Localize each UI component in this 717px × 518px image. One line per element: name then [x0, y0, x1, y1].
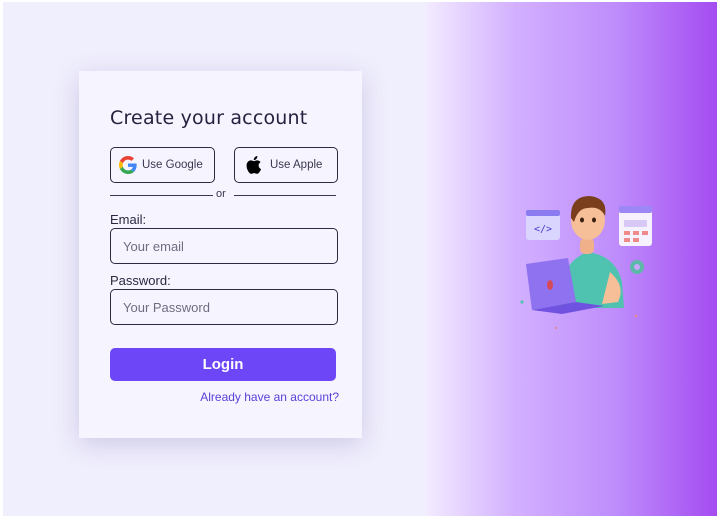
use-apple-label: Use Apple [270, 159, 323, 171]
decor-dot [634, 314, 638, 318]
already-have-account-link[interactable]: Already have an account? [200, 390, 339, 404]
person-neck [580, 238, 594, 254]
use-google-label: Use Google [142, 159, 203, 171]
apple-logo-icon [246, 156, 262, 174]
calendar-row [624, 220, 647, 227]
email-input[interactable] [110, 228, 338, 264]
person-eye [580, 217, 584, 223]
developer-illustration: </> [520, 196, 652, 330]
gear-hole [634, 264, 640, 270]
password-input[interactable] [110, 289, 338, 325]
divider-line-right [234, 195, 336, 196]
calendar-cell [633, 238, 639, 242]
email-label: Email: [110, 212, 147, 227]
code-window-header [526, 210, 560, 216]
calendar-cell [624, 238, 630, 242]
calendar-cell [633, 231, 639, 235]
or-divider: or [110, 188, 336, 201]
calendar-cell [642, 231, 648, 235]
divider-line-left [110, 195, 213, 196]
code-badge-icon: </> [534, 224, 552, 235]
calendar-cell [624, 231, 630, 235]
left-panel: Create your account Use Google Use Apple… [3, 2, 426, 516]
person-eye [592, 217, 596, 223]
form-title: Create your account [110, 107, 308, 129]
laptop-logo-icon [547, 280, 553, 290]
decor-dot [520, 300, 524, 304]
right-panel: </> [426, 2, 717, 516]
calendar-header [619, 206, 652, 213]
google-logo-icon [119, 156, 137, 174]
decor-dot [554, 326, 558, 330]
divider-or-text: or [216, 188, 226, 200]
use-google-button[interactable]: Use Google [110, 147, 215, 183]
use-apple-button[interactable]: Use Apple [234, 147, 338, 183]
login-button[interactable]: Login [110, 348, 336, 381]
password-label: Password: [110, 273, 171, 288]
signup-card: Create your account Use Google Use Apple… [79, 71, 362, 438]
